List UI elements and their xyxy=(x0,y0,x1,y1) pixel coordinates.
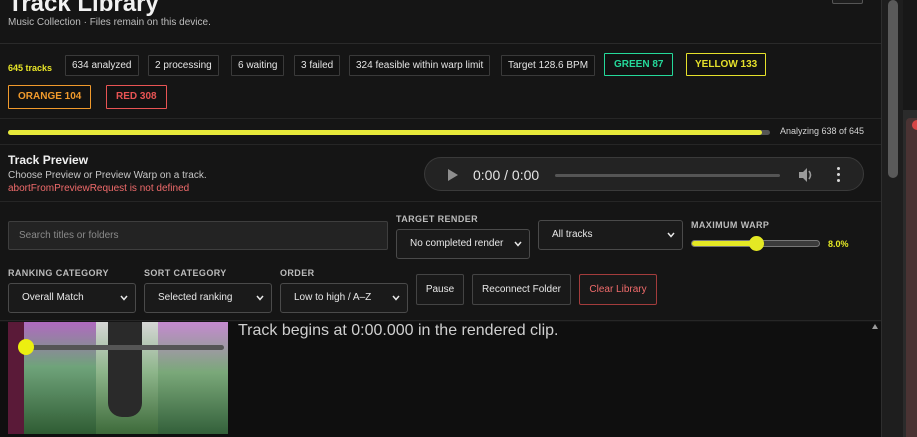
sort-category-label: SORT CATEGORY xyxy=(144,268,227,278)
play-icon[interactable] xyxy=(448,169,458,181)
page-title: Track Library xyxy=(8,0,159,17)
ranking-category-label: RANKING CATEGORY xyxy=(8,268,109,278)
order-select[interactable]: Low to high / A–Z xyxy=(280,283,408,313)
chevron-down-icon xyxy=(514,241,522,247)
tracks-count: 645 tracks xyxy=(8,63,53,73)
stats-bar: 645 tracks 634 analyzed 2 processing 6 w… xyxy=(0,45,881,117)
more-options-icon[interactable] xyxy=(835,165,841,185)
clip-seek-bar[interactable] xyxy=(26,345,224,350)
preview-error: abortFromPreviewRequest is not defined xyxy=(8,183,190,194)
chevron-down-icon xyxy=(256,295,264,301)
analyzed-badge: 634 analyzed xyxy=(65,55,139,76)
ranking-category-select[interactable]: Overall Match xyxy=(8,283,136,313)
chevron-down-icon xyxy=(120,295,128,301)
feasible-badge: 324 feasible within warp limit xyxy=(349,55,491,76)
audio-time: 0:00 / 0:00 xyxy=(473,167,540,183)
tracks-filter-value: All tracks xyxy=(552,229,593,240)
sort-category-value: Selected ranking xyxy=(158,292,233,303)
thumbnail-segment xyxy=(158,322,228,434)
page-header: Track Library Music Collection · Files r… xyxy=(0,0,881,44)
reconnect-folder-button[interactable]: Reconnect Folder xyxy=(472,274,571,305)
track-library-panel: Track Library Music Collection · Files r… xyxy=(0,0,881,437)
volume-icon[interactable] xyxy=(797,167,815,183)
target-render-value: No completed render xyxy=(410,238,504,249)
track-preview-section: Track Preview Choose Preview or Preview … xyxy=(0,146,881,202)
search-input[interactable]: Search titles or folders xyxy=(8,221,388,250)
header-menu-button[interactable] xyxy=(832,0,863,4)
audio-player[interactable]: 0:00 / 0:00 xyxy=(424,157,864,191)
audio-seek-bar[interactable] xyxy=(555,174,780,177)
max-warp-value: 8.0% xyxy=(828,239,849,249)
order-value: Low to high / A–Z xyxy=(294,292,372,303)
target-render-select[interactable]: No completed render xyxy=(396,229,530,259)
side-panel-lower xyxy=(906,118,917,437)
pause-button[interactable]: Pause xyxy=(416,274,464,305)
thumbnail-segment xyxy=(24,322,96,434)
page-scrollbar[interactable] xyxy=(881,0,903,437)
order-label: ORDER xyxy=(280,268,315,278)
green-filter-chip[interactable]: GREEN 87 xyxy=(604,53,674,76)
progress-fill xyxy=(8,130,762,135)
preview-subtitle: Choose Preview or Preview Warp on a trac… xyxy=(8,170,207,181)
tracks-filter-select[interactable]: All tracks xyxy=(538,220,683,250)
analysis-progress: Analyzing 638 of 645 xyxy=(0,118,881,145)
ranking-category-value: Overall Match xyxy=(22,292,84,303)
red-filter-chip[interactable]: RED 308 xyxy=(106,85,167,109)
clear-library-button[interactable]: Clear Library xyxy=(579,274,657,305)
clip-seek-thumb[interactable] xyxy=(18,339,34,355)
page-subtitle: Music Collection · Files remain on this … xyxy=(8,17,211,28)
orange-filter-chip[interactable]: ORANGE 104 xyxy=(8,85,92,109)
max-warp-thumb[interactable] xyxy=(748,236,764,251)
chevron-down-icon xyxy=(392,295,400,301)
target-render-label: TARGET RENDER xyxy=(396,214,479,224)
sort-category-select[interactable]: Selected ranking xyxy=(144,283,272,313)
preview-title: Track Preview xyxy=(8,153,89,167)
track-list: Track begins at 0:00.000 in the rendered… xyxy=(0,322,881,437)
failed-badge: 3 failed xyxy=(294,55,341,76)
scrollbar-thumb[interactable] xyxy=(888,0,898,178)
yellow-filter-chip[interactable]: YELLOW 133 xyxy=(686,53,767,76)
thumbnail-figure xyxy=(108,322,142,417)
notification-dot-icon xyxy=(912,120,917,130)
track-start-text: Track begins at 0:00.000 in the rendered… xyxy=(238,322,559,339)
max-warp-fill xyxy=(692,241,756,246)
scroll-up-icon[interactable] xyxy=(872,324,878,329)
filter-controls: Search titles or folders TARGET RENDER N… xyxy=(0,203,881,321)
chevron-down-icon xyxy=(667,232,675,238)
waiting-badge: 6 waiting xyxy=(231,55,285,76)
side-panel-edge xyxy=(903,0,917,437)
processing-badge: 2 processing xyxy=(148,55,219,76)
target-bpm-badge: Target 128.6 BPM xyxy=(501,55,596,76)
side-panel-upper xyxy=(903,0,917,110)
max-warp-label: MAXIMUM WARP xyxy=(691,220,770,230)
video-thumbnail[interactable] xyxy=(8,322,228,434)
progress-label: Analyzing 638 of 645 xyxy=(780,126,865,136)
progress-track xyxy=(8,130,770,135)
